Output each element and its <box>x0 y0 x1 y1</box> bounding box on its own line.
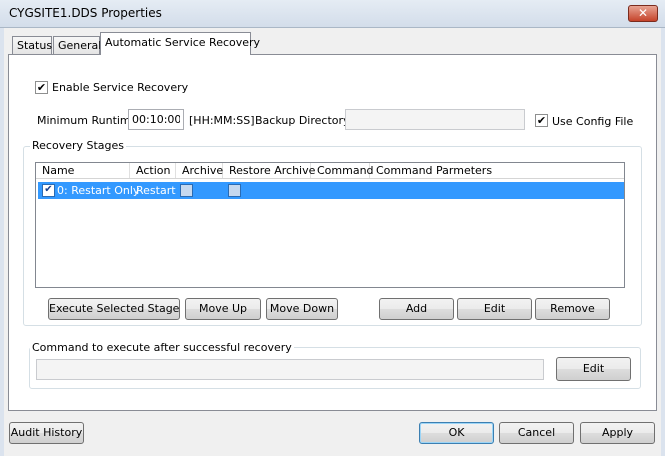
min-runtime-format: [HH:MM:SS] <box>189 114 255 127</box>
cancel-button[interactable]: Cancel <box>499 422 574 444</box>
row-action: Restart <box>136 184 176 197</box>
edit-stage-button[interactable]: Edit <box>457 298 532 320</box>
ok-button[interactable]: OK <box>419 422 494 444</box>
min-runtime-label: Minimum Runtime: <box>37 114 142 127</box>
recovery-stages-title: Recovery Stages <box>30 139 127 152</box>
row-checkbox[interactable]: ✔ <box>42 184 55 197</box>
window-frame-left <box>0 28 4 456</box>
column-header-archive[interactable]: Archive <box>176 163 223 178</box>
table-row[interactable]: ✔ 0: Restart Only Restart <box>38 182 624 199</box>
enable-recovery-label: Enable Service Recovery <box>52 81 189 94</box>
after-recovery-command-input[interactable] <box>36 359 544 380</box>
execute-stage-button[interactable]: Execute Selected Stage <box>48 298 180 320</box>
tab-automatic-service-recovery[interactable]: Automatic Service Recovery <box>100 32 260 55</box>
use-config-checkbox[interactable]: ✔ <box>535 114 548 127</box>
move-up-button[interactable]: Move Up <box>185 298 261 320</box>
column-header-name[interactable]: Name <box>36 163 130 178</box>
tab-general[interactable]: General <box>53 36 102 54</box>
remove-stage-button[interactable]: Remove <box>535 298 610 320</box>
use-config-label: Use Config File <box>552 115 634 128</box>
add-stage-button[interactable]: Add <box>379 298 454 320</box>
window-frame-right <box>661 28 665 456</box>
close-icon: ✕ <box>637 6 649 20</box>
after-recovery-edit-button[interactable]: Edit <box>556 357 631 381</box>
column-header-command-parameters[interactable]: Command Parmeters <box>370 163 626 178</box>
audit-history-button[interactable]: Audit History <box>9 422 84 444</box>
after-recovery-title: Command to execute after successful reco… <box>30 341 294 354</box>
enable-recovery-checkbox[interactable]: ✔ <box>35 81 48 94</box>
tab-status[interactable]: Status <box>12 36 52 54</box>
column-header-action[interactable]: Action <box>130 163 176 178</box>
move-down-button[interactable]: Move Down <box>266 298 338 320</box>
close-button[interactable]: ✕ <box>628 5 658 22</box>
recovery-stages-list[interactable]: Name Action Archive Restore Archive Comm… <box>35 162 625 288</box>
apply-button[interactable]: Apply <box>580 422 655 444</box>
column-header-restore-archive[interactable]: Restore Archive <box>223 163 315 178</box>
backup-dir-label: Backup Directory: <box>255 114 353 127</box>
min-runtime-input[interactable] <box>128 109 184 130</box>
row-name: 0: Restart Only <box>57 184 140 197</box>
tab-label: General <box>58 39 102 52</box>
tab-label: Status <box>17 39 53 52</box>
window-title: CYGSITE1.DDS Properties <box>9 6 162 20</box>
list-header: Name Action Archive Restore Archive Comm… <box>36 163 624 179</box>
backup-dir-input[interactable] <box>345 109 525 130</box>
column-header-command[interactable]: Command <box>311 163 374 178</box>
restore-archive-checkbox[interactable] <box>228 184 241 197</box>
archive-checkbox[interactable] <box>180 184 193 197</box>
tab-label: Automatic Service Recovery <box>105 36 261 49</box>
